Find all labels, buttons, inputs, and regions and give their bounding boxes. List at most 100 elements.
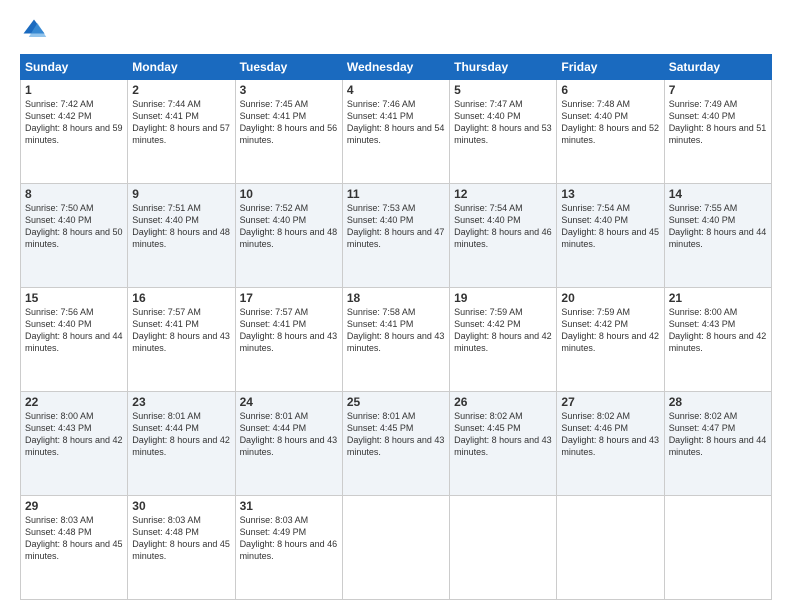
cell-info: Sunrise: 8:00 AMSunset: 4:43 PMDaylight:… (25, 411, 123, 457)
calendar-header-monday: Monday (128, 55, 235, 80)
calendar-cell (450, 496, 557, 600)
calendar-cell: 17 Sunrise: 7:57 AMSunset: 4:41 PMDaylig… (235, 288, 342, 392)
day-number: 14 (669, 187, 767, 201)
calendar-cell: 21 Sunrise: 8:00 AMSunset: 4:43 PMDaylig… (664, 288, 771, 392)
calendar-cell: 1 Sunrise: 7:42 AMSunset: 4:42 PMDayligh… (21, 80, 128, 184)
day-number: 1 (25, 83, 123, 97)
calendar-cell: 11 Sunrise: 7:53 AMSunset: 4:40 PMDaylig… (342, 184, 449, 288)
calendar-cell: 12 Sunrise: 7:54 AMSunset: 4:40 PMDaylig… (450, 184, 557, 288)
cell-info: Sunrise: 7:57 AMSunset: 4:41 PMDaylight:… (240, 307, 338, 353)
cell-info: Sunrise: 8:03 AMSunset: 4:48 PMDaylight:… (132, 515, 230, 561)
day-number: 22 (25, 395, 123, 409)
day-number: 7 (669, 83, 767, 97)
cell-info: Sunrise: 7:57 AMSunset: 4:41 PMDaylight:… (132, 307, 230, 353)
logo-icon (20, 16, 48, 44)
day-number: 28 (669, 395, 767, 409)
calendar-cell (557, 496, 664, 600)
calendar-cell: 13 Sunrise: 7:54 AMSunset: 4:40 PMDaylig… (557, 184, 664, 288)
cell-info: Sunrise: 8:02 AMSunset: 4:47 PMDaylight:… (669, 411, 767, 457)
calendar-cell: 18 Sunrise: 7:58 AMSunset: 4:41 PMDaylig… (342, 288, 449, 392)
cell-info: Sunrise: 7:47 AMSunset: 4:40 PMDaylight:… (454, 99, 552, 145)
calendar-header-row: SundayMondayTuesdayWednesdayThursdayFrid… (21, 55, 772, 80)
cell-info: Sunrise: 8:01 AMSunset: 4:44 PMDaylight:… (132, 411, 230, 457)
day-number: 31 (240, 499, 338, 513)
page: SundayMondayTuesdayWednesdayThursdayFrid… (0, 0, 792, 612)
day-number: 17 (240, 291, 338, 305)
cell-info: Sunrise: 8:03 AMSunset: 4:49 PMDaylight:… (240, 515, 338, 561)
calendar-cell: 5 Sunrise: 7:47 AMSunset: 4:40 PMDayligh… (450, 80, 557, 184)
cell-info: Sunrise: 7:49 AMSunset: 4:40 PMDaylight:… (669, 99, 767, 145)
calendar-cell: 27 Sunrise: 8:02 AMSunset: 4:46 PMDaylig… (557, 392, 664, 496)
cell-info: Sunrise: 8:03 AMSunset: 4:48 PMDaylight:… (25, 515, 123, 561)
calendar-cell: 29 Sunrise: 8:03 AMSunset: 4:48 PMDaylig… (21, 496, 128, 600)
calendar-cell: 14 Sunrise: 7:55 AMSunset: 4:40 PMDaylig… (664, 184, 771, 288)
calendar-header-thursday: Thursday (450, 55, 557, 80)
calendar-week-3: 15 Sunrise: 7:56 AMSunset: 4:40 PMDaylig… (21, 288, 772, 392)
day-number: 20 (561, 291, 659, 305)
day-number: 8 (25, 187, 123, 201)
cell-info: Sunrise: 7:44 AMSunset: 4:41 PMDaylight:… (132, 99, 230, 145)
calendar-cell: 15 Sunrise: 7:56 AMSunset: 4:40 PMDaylig… (21, 288, 128, 392)
calendar-cell: 23 Sunrise: 8:01 AMSunset: 4:44 PMDaylig… (128, 392, 235, 496)
calendar-cell: 19 Sunrise: 7:59 AMSunset: 4:42 PMDaylig… (450, 288, 557, 392)
calendar-header-friday: Friday (557, 55, 664, 80)
cell-info: Sunrise: 8:00 AMSunset: 4:43 PMDaylight:… (669, 307, 767, 353)
cell-info: Sunrise: 8:02 AMSunset: 4:46 PMDaylight:… (561, 411, 659, 457)
calendar-cell: 25 Sunrise: 8:01 AMSunset: 4:45 PMDaylig… (342, 392, 449, 496)
day-number: 15 (25, 291, 123, 305)
day-number: 4 (347, 83, 445, 97)
calendar-cell: 22 Sunrise: 8:00 AMSunset: 4:43 PMDaylig… (21, 392, 128, 496)
cell-info: Sunrise: 7:52 AMSunset: 4:40 PMDaylight:… (240, 203, 338, 249)
calendar-cell: 3 Sunrise: 7:45 AMSunset: 4:41 PMDayligh… (235, 80, 342, 184)
logo (20, 16, 52, 44)
calendar-cell: 4 Sunrise: 7:46 AMSunset: 4:41 PMDayligh… (342, 80, 449, 184)
day-number: 11 (347, 187, 445, 201)
cell-info: Sunrise: 7:58 AMSunset: 4:41 PMDaylight:… (347, 307, 445, 353)
calendar-week-5: 29 Sunrise: 8:03 AMSunset: 4:48 PMDaylig… (21, 496, 772, 600)
day-number: 26 (454, 395, 552, 409)
day-number: 18 (347, 291, 445, 305)
day-number: 2 (132, 83, 230, 97)
calendar-cell: 2 Sunrise: 7:44 AMSunset: 4:41 PMDayligh… (128, 80, 235, 184)
calendar-header-tuesday: Tuesday (235, 55, 342, 80)
cell-info: Sunrise: 7:45 AMSunset: 4:41 PMDaylight:… (240, 99, 338, 145)
day-number: 29 (25, 499, 123, 513)
day-number: 21 (669, 291, 767, 305)
day-number: 3 (240, 83, 338, 97)
day-number: 13 (561, 187, 659, 201)
day-number: 9 (132, 187, 230, 201)
day-number: 30 (132, 499, 230, 513)
calendar-cell: 8 Sunrise: 7:50 AMSunset: 4:40 PMDayligh… (21, 184, 128, 288)
calendar-body: 1 Sunrise: 7:42 AMSunset: 4:42 PMDayligh… (21, 80, 772, 600)
day-number: 27 (561, 395, 659, 409)
calendar-cell (342, 496, 449, 600)
day-number: 19 (454, 291, 552, 305)
cell-info: Sunrise: 7:56 AMSunset: 4:40 PMDaylight:… (25, 307, 123, 353)
calendar-cell: 7 Sunrise: 7:49 AMSunset: 4:40 PMDayligh… (664, 80, 771, 184)
day-number: 5 (454, 83, 552, 97)
day-number: 25 (347, 395, 445, 409)
cell-info: Sunrise: 7:55 AMSunset: 4:40 PMDaylight:… (669, 203, 767, 249)
day-number: 12 (454, 187, 552, 201)
day-number: 24 (240, 395, 338, 409)
cell-info: Sunrise: 7:50 AMSunset: 4:40 PMDaylight:… (25, 203, 123, 249)
cell-info: Sunrise: 7:59 AMSunset: 4:42 PMDaylight:… (454, 307, 552, 353)
cell-info: Sunrise: 7:46 AMSunset: 4:41 PMDaylight:… (347, 99, 445, 145)
day-number: 16 (132, 291, 230, 305)
calendar-cell: 31 Sunrise: 8:03 AMSunset: 4:49 PMDaylig… (235, 496, 342, 600)
calendar-table: SundayMondayTuesdayWednesdayThursdayFrid… (20, 54, 772, 600)
cell-info: Sunrise: 8:02 AMSunset: 4:45 PMDaylight:… (454, 411, 552, 457)
calendar-cell: 20 Sunrise: 7:59 AMSunset: 4:42 PMDaylig… (557, 288, 664, 392)
cell-info: Sunrise: 8:01 AMSunset: 4:44 PMDaylight:… (240, 411, 338, 457)
cell-info: Sunrise: 8:01 AMSunset: 4:45 PMDaylight:… (347, 411, 445, 457)
cell-info: Sunrise: 7:51 AMSunset: 4:40 PMDaylight:… (132, 203, 230, 249)
calendar-cell (664, 496, 771, 600)
cell-info: Sunrise: 7:59 AMSunset: 4:42 PMDaylight:… (561, 307, 659, 353)
calendar-header-sunday: Sunday (21, 55, 128, 80)
calendar-cell: 10 Sunrise: 7:52 AMSunset: 4:40 PMDaylig… (235, 184, 342, 288)
day-number: 23 (132, 395, 230, 409)
calendar-cell: 28 Sunrise: 8:02 AMSunset: 4:47 PMDaylig… (664, 392, 771, 496)
calendar-week-1: 1 Sunrise: 7:42 AMSunset: 4:42 PMDayligh… (21, 80, 772, 184)
header (20, 16, 772, 44)
day-number: 10 (240, 187, 338, 201)
